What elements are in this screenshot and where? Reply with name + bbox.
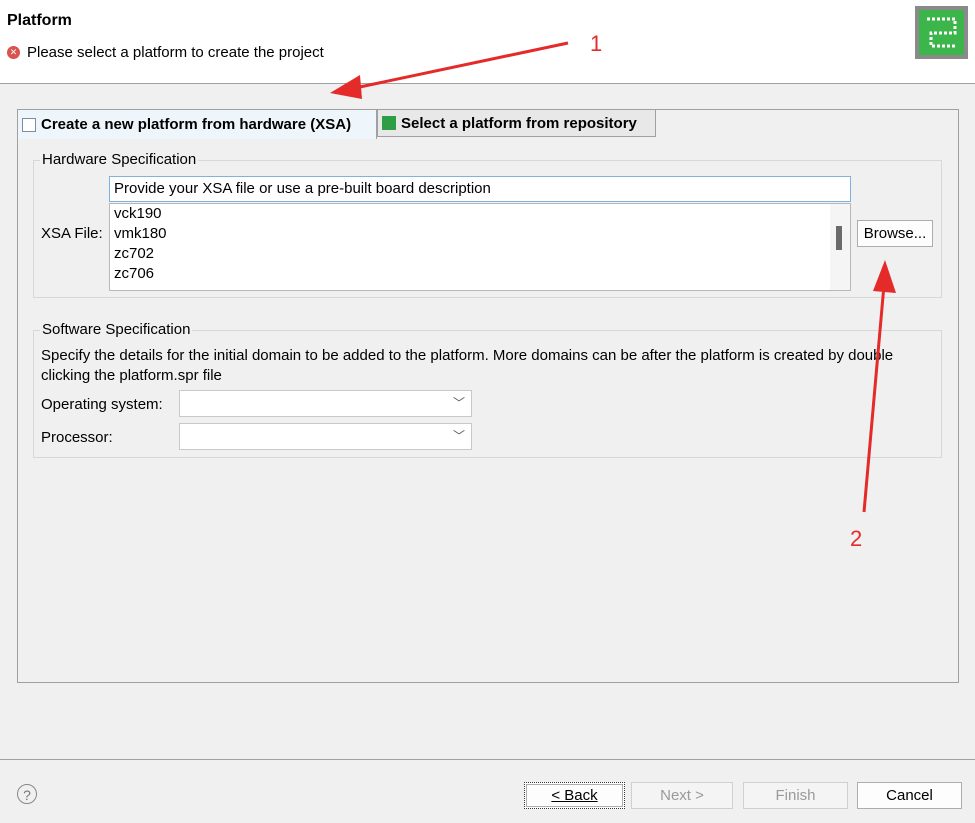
list-scrollbar[interactable] bbox=[830, 204, 850, 290]
next-button[interactable]: Next > bbox=[631, 782, 733, 809]
operating-system-select[interactable]: ﹀ bbox=[179, 390, 472, 417]
wizard-banner-icon bbox=[915, 6, 968, 59]
operating-system-label: Operating system: bbox=[41, 396, 163, 413]
error-message-text: Please select a platform to create the p… bbox=[27, 44, 324, 61]
finish-button[interactable]: Finish bbox=[743, 782, 848, 809]
list-item[interactable]: zc702 bbox=[110, 244, 850, 264]
page-title: Platform bbox=[7, 12, 72, 29]
hardware-group-label: Hardware Specification bbox=[40, 151, 199, 168]
list-item[interactable]: zc706 bbox=[110, 264, 850, 284]
error-icon: ✕ bbox=[7, 46, 20, 59]
back-button-label: < Back bbox=[551, 787, 598, 804]
repository-tab-icon bbox=[382, 116, 396, 130]
chevron-down-icon: ﹀ bbox=[452, 429, 465, 443]
processor-select[interactable]: ﹀ bbox=[179, 423, 472, 450]
list-item[interactable]: vmk180 bbox=[110, 224, 850, 244]
hardware-tab-icon bbox=[22, 117, 36, 132]
browse-button[interactable]: Browse... bbox=[857, 220, 933, 247]
tab-select-from-repository[interactable]: Select a platform from repository bbox=[377, 109, 656, 137]
help-icon[interactable]: ? bbox=[17, 784, 37, 804]
software-group-label: Software Specification bbox=[40, 321, 193, 338]
error-message: ✕ Please select a platform to create the… bbox=[7, 44, 324, 61]
wizard-header: Platform ✕ Please select a platform to c… bbox=[0, 0, 975, 84]
xsa-file-label: XSA File: bbox=[41, 225, 103, 242]
xsa-file-input[interactable]: Provide your XSA file or use a pre-built… bbox=[109, 176, 851, 202]
tab-create-from-hardware[interactable]: Create a new platform from hardware (XSA… bbox=[17, 109, 377, 139]
processor-label: Processor: bbox=[41, 429, 113, 446]
tab-label: Select a platform from repository bbox=[401, 114, 637, 132]
annotation-number-2: 2 bbox=[850, 526, 863, 551]
chevron-down-icon: ﹀ bbox=[452, 396, 465, 410]
annotation-number-1: 1 bbox=[590, 31, 603, 56]
scrollbar-thumb[interactable] bbox=[836, 226, 842, 250]
footer-divider bbox=[0, 759, 975, 760]
back-button[interactable]: < Back bbox=[524, 782, 625, 809]
software-description: Specify the details for the initial doma… bbox=[41, 347, 894, 384]
cancel-button[interactable]: Cancel bbox=[857, 782, 962, 809]
tab-label: Create a new platform from hardware (XSA… bbox=[41, 116, 352, 133]
xsa-board-list[interactable]: vck190 vmk180 zc702 zc706 bbox=[109, 203, 851, 291]
list-item[interactable]: vck190 bbox=[110, 204, 850, 224]
